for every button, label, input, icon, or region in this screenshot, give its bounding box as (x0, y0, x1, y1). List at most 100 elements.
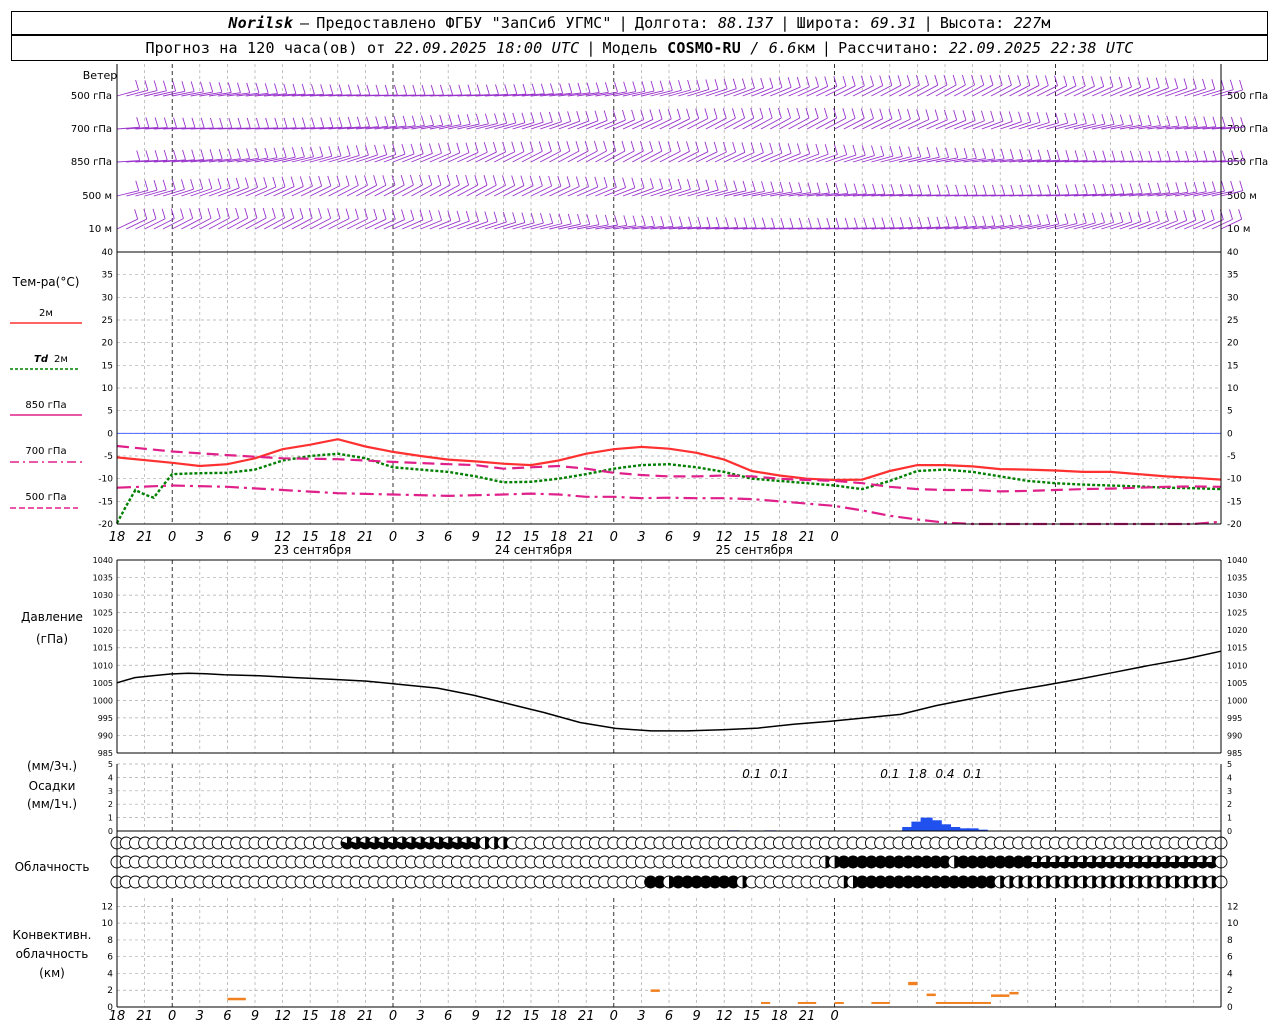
wind-barb-feather (190, 179, 195, 190)
wind-barb-feather (622, 177, 627, 188)
precip-ytick-right: 0 (1227, 827, 1232, 836)
wind-barb-feather (1146, 211, 1151, 222)
wind-barb-feather (382, 209, 387, 220)
wind-barb-feather (796, 76, 801, 88)
wind-barb-feather (844, 183, 849, 194)
conv-xtick-label: 0 (389, 1009, 397, 1024)
conv-ytick-right: 2 (1227, 986, 1233, 996)
wind-barb-feather (265, 117, 270, 129)
wind-barb (705, 151, 727, 163)
wind-barb-feather (420, 115, 425, 126)
wind-barb-feather (327, 175, 332, 187)
wind-barb (190, 217, 212, 230)
wind-barb-feather (688, 216, 692, 227)
wind-barb-feather (209, 117, 214, 129)
wind-barb-feather (145, 117, 150, 128)
wind-barb (457, 152, 479, 163)
wind-barb-feather (697, 216, 702, 228)
temp-ytick-left: -5 (104, 452, 113, 462)
wind-barb-feather (504, 84, 509, 95)
wind-barb-feather (189, 208, 194, 219)
temp-ytick-right: -10 (1227, 475, 1242, 485)
wind-barb (687, 189, 710, 197)
wind-barb-feather (577, 214, 581, 225)
conv-xtick-label: 3 (637, 1009, 645, 1024)
wind-barb-feather (1000, 148, 1005, 160)
wind-barb-feather (438, 210, 442, 221)
wind-barb (852, 155, 875, 163)
wind-barb-feather (162, 179, 167, 191)
wind-barb-feather (357, 84, 362, 95)
wind-barb-feather (1100, 76, 1105, 87)
wind-barb-feather (1118, 76, 1123, 87)
wind-barb-feather (1157, 115, 1161, 126)
temp-ytick-left: 20 (102, 339, 114, 349)
wind-barb (1156, 220, 1178, 230)
conv-xtick-label: 18 (550, 1009, 567, 1024)
wind-barb-feather (918, 184, 923, 195)
wind-barb (696, 118, 718, 130)
wind-barb (632, 187, 654, 197)
wind-barb-feather (954, 147, 959, 158)
wind-barb (135, 218, 157, 230)
wind-barb (567, 186, 589, 197)
wind-barb (484, 184, 506, 197)
wind-barb-feather (759, 107, 764, 119)
wind-barb (641, 118, 663, 130)
pressure-ytick-left: 1030 (93, 591, 113, 600)
wind-barb (797, 153, 820, 163)
wind-barb (687, 151, 709, 163)
wind-barb-feather (825, 182, 830, 194)
wind-barb-feather (484, 113, 489, 124)
wind-barb-feather (741, 142, 746, 153)
wind-barb-feather (750, 107, 755, 119)
wind-barb-feather (789, 217, 794, 229)
wind-barb (687, 118, 709, 130)
wind-barb (512, 151, 534, 163)
wind-barb-feather (667, 141, 672, 152)
wind-barb (319, 185, 341, 197)
temp-xtick-label: 18 (109, 530, 126, 545)
precip-ytick-left: 0 (108, 827, 113, 836)
legend-td-label-a: Td (34, 354, 49, 365)
wind-barb-feather (272, 176, 277, 188)
temp-xtick-label: 9 (251, 530, 259, 545)
wind-barb-feather (559, 83, 564, 94)
wind-barb-feather (467, 84, 472, 95)
conv-xtick-label: 12 (274, 1009, 291, 1024)
wind-barb-feather (421, 84, 426, 96)
wind-barb-feather (209, 81, 214, 93)
wind-barb-feather (926, 146, 931, 158)
convective-layer (227, 981, 1019, 1004)
conv-xtick-label: 12 (716, 1009, 733, 1024)
wind-barb-feather (594, 176, 599, 188)
wind-barb (383, 184, 405, 197)
wind-barb-feather (1037, 214, 1041, 225)
wind-barb-feather (382, 175, 387, 186)
wind-barb-feather (446, 174, 451, 186)
wind-barb-feather (1155, 77, 1160, 88)
wind-barb-feather (144, 180, 149, 191)
wind-barb-feather (430, 115, 434, 126)
wind-barb (245, 186, 267, 197)
wind-barb-feather (282, 147, 287, 158)
wind-barb (1073, 85, 1095, 97)
conv-xtick-label: 12 (495, 1009, 512, 1024)
wind-level-label-left: 500 м (82, 191, 112, 202)
wind-barb-feather (1147, 115, 1152, 126)
wind-level-label-right: 10 м (1227, 224, 1250, 235)
wind-barb-feather (448, 114, 453, 125)
wind-barb-feather (1175, 182, 1180, 193)
wind-barb-feather (549, 213, 554, 224)
wind-barb-feather (170, 208, 175, 219)
wind-barb-feather (301, 117, 306, 128)
wind-barb-feather (844, 217, 849, 229)
wind-barb-feather (437, 174, 442, 186)
wind-barb (475, 184, 497, 197)
wind-barb-feather (796, 107, 801, 119)
wind-barb-feather (614, 214, 618, 226)
wind-barb-feather (456, 210, 461, 221)
wind-barb-feather (1074, 184, 1079, 195)
wind-barb (503, 222, 526, 230)
wind-barb-feather (899, 217, 904, 228)
